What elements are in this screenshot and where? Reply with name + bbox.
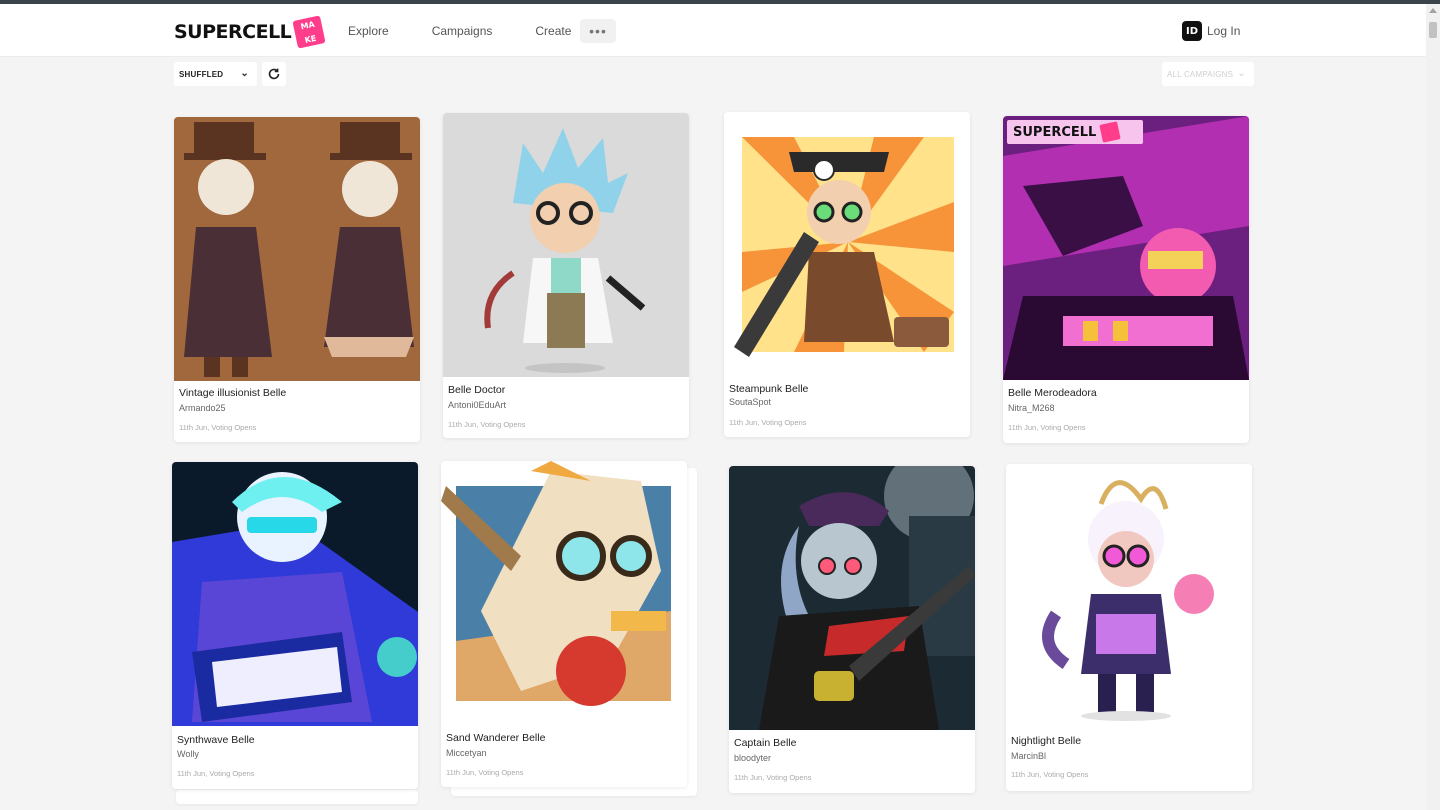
card-status: 11th Jun, Voting Opens (734, 773, 812, 782)
card-artwork (443, 113, 689, 377)
card-status: 11th Jun, Voting Opens (446, 768, 524, 777)
submission-card[interactable]: Belle Doctor Antoni0EduArt 11th Jun, Vot… (443, 113, 689, 438)
card-author[interactable]: Nitra_M268 (1008, 403, 1055, 413)
campaign-dropdown-value: ALL CAMPAIGNS (1167, 69, 1234, 79)
logo-wordmark: SUPERCELL (174, 21, 292, 43)
submission-card[interactable]: Steampunk Belle SoutaSpot 11th Jun, Voti… (724, 112, 970, 437)
submission-card[interactable]: Synthwave Belle Wolly 11th Jun, Voting O… (172, 462, 418, 789)
card-title: Belle Merodeadora (1008, 387, 1097, 399)
submission-card[interactable]: Sand Wanderer Belle Miccetyan 11th Jun, … (441, 461, 687, 787)
card-author[interactable]: Armando25 (179, 403, 226, 413)
card-status: 11th Jun, Voting Opens (448, 420, 526, 429)
card-author[interactable]: Antoni0EduArt (448, 400, 506, 410)
card-artwork (441, 461, 687, 725)
card-status: 11th Jun, Voting Opens (729, 418, 807, 427)
chevron-down-icon: ⌄ (240, 68, 249, 79)
nav-campaigns[interactable]: Campaigns (432, 24, 493, 38)
card-status: 11th Jun, Voting Opens (177, 769, 255, 778)
main-nav: Explore Campaigns Create (348, 4, 614, 57)
card-status: 11th Jun, Voting Opens (179, 423, 257, 432)
card-artwork (172, 462, 418, 726)
card-title: Steampunk Belle (729, 383, 809, 395)
nav-create[interactable]: Create (535, 24, 571, 38)
supercell-make-logo[interactable]: SUPERCELL MA KE (174, 15, 326, 49)
id-icon: ID (1182, 21, 1202, 41)
card-artwork (174, 117, 420, 381)
chevron-down-icon: ⌄ (1237, 68, 1246, 79)
card-artwork (1006, 464, 1252, 728)
submission-card[interactable]: Vintage illusionist Belle Armando25 11th… (174, 117, 420, 442)
card-artwork (724, 112, 970, 376)
card-author[interactable]: Miccetyan (446, 748, 487, 758)
submission-card[interactable]: SUPERCELL Belle Merodeadora Nitra_M268 1… (1003, 116, 1249, 443)
card-stack-shadow (176, 790, 418, 804)
page-scrollbar[interactable] (1426, 4, 1440, 810)
card-title: Synthwave Belle (177, 734, 255, 746)
make-logo-top: MA (299, 19, 316, 32)
scroll-up-arrow-icon[interactable] (1429, 8, 1437, 13)
card-title: Sand Wanderer Belle (446, 732, 546, 744)
card-artwork (729, 466, 975, 730)
sort-dropdown[interactable]: SHUFFLED ⌄ (174, 62, 257, 86)
nav-explore[interactable]: Explore (348, 24, 389, 38)
refresh-icon (268, 68, 280, 80)
sort-dropdown-value: SHUFFLED (179, 69, 224, 79)
shuffle-refresh-button[interactable] (262, 62, 286, 86)
card-status: 11th Jun, Voting Opens (1011, 770, 1089, 779)
card-author[interactable]: MarcinBl (1011, 751, 1046, 761)
card-title: Belle Doctor (448, 384, 506, 396)
make-logo-icon (1099, 121, 1122, 143)
card-title: Captain Belle (734, 737, 797, 749)
card-artwork (1003, 116, 1249, 380)
card-author[interactable]: SoutaSpot (729, 397, 771, 407)
card-title: Vintage illusionist Belle (179, 387, 287, 399)
card-status: 11th Jun, Voting Opens (1008, 423, 1086, 432)
login-button[interactable]: ID Log In (1182, 21, 1240, 41)
card-title: Nightlight Belle (1011, 735, 1082, 747)
login-label: Log In (1207, 24, 1241, 38)
campaign-dropdown[interactable]: ALL CAMPAIGNS ⌄ (1162, 62, 1254, 86)
watermark-text: SUPERCELL (1013, 124, 1097, 140)
submission-card[interactable]: Captain Belle bloodyter 11th Jun, Voting… (729, 466, 975, 793)
submission-card[interactable]: Nightlight Belle MarcinBl 11th Jun, Voti… (1006, 464, 1252, 791)
card-author[interactable]: bloodyter (734, 753, 771, 763)
make-logo-icon: MA KE (292, 15, 326, 49)
supercell-make-watermark: SUPERCELL (1007, 120, 1143, 144)
site-header: SUPERCELL MA KE Explore Campaigns Create… (0, 4, 1426, 57)
make-logo-bottom: KE (304, 33, 318, 45)
card-author[interactable]: Wolly (177, 749, 199, 759)
scroll-thumb[interactable] (1429, 22, 1437, 38)
more-menu-button[interactable]: ••• (580, 19, 616, 43)
